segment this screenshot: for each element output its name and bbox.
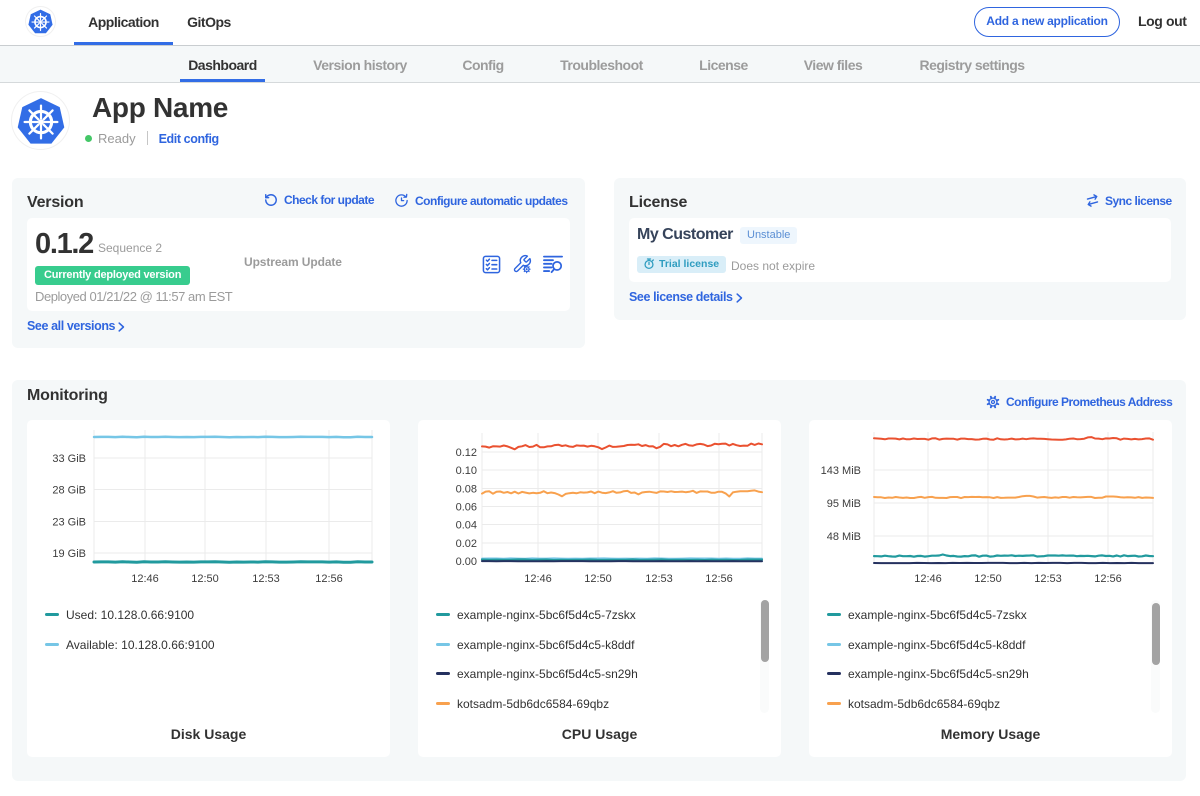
svg-text:12:46: 12:46 bbox=[524, 573, 552, 585]
svg-text:28 GiB: 28 GiB bbox=[52, 485, 86, 497]
svg-text:12:50: 12:50 bbox=[584, 573, 612, 585]
svg-text:143 MiB: 143 MiB bbox=[821, 465, 861, 477]
svg-text:0.02: 0.02 bbox=[456, 538, 477, 550]
svg-text:0.08: 0.08 bbox=[456, 483, 477, 495]
svg-text:12:53: 12:53 bbox=[252, 573, 280, 585]
svg-text:12:56: 12:56 bbox=[1094, 573, 1122, 585]
svg-text:12:56: 12:56 bbox=[705, 573, 733, 585]
svg-text:0.12: 0.12 bbox=[456, 447, 477, 459]
svg-text:23 GiB: 23 GiB bbox=[52, 516, 86, 528]
svg-text:19 GiB: 19 GiB bbox=[52, 548, 86, 560]
svg-text:0.00: 0.00 bbox=[456, 556, 477, 568]
svg-text:12:50: 12:50 bbox=[191, 573, 219, 585]
svg-text:0.06: 0.06 bbox=[456, 502, 477, 514]
svg-text:12:53: 12:53 bbox=[1034, 573, 1062, 585]
svg-text:0.10: 0.10 bbox=[456, 465, 477, 477]
svg-text:12:53: 12:53 bbox=[645, 573, 673, 585]
svg-text:12:56: 12:56 bbox=[315, 573, 343, 585]
svg-text:12:46: 12:46 bbox=[131, 573, 159, 585]
svg-text:0.04: 0.04 bbox=[456, 520, 477, 532]
svg-text:12:50: 12:50 bbox=[974, 573, 1002, 585]
svg-text:48 MiB: 48 MiB bbox=[827, 531, 861, 543]
svg-text:12:46: 12:46 bbox=[914, 573, 942, 585]
svg-text:33 GiB: 33 GiB bbox=[52, 453, 86, 465]
svg-text:95 MiB: 95 MiB bbox=[827, 498, 861, 510]
